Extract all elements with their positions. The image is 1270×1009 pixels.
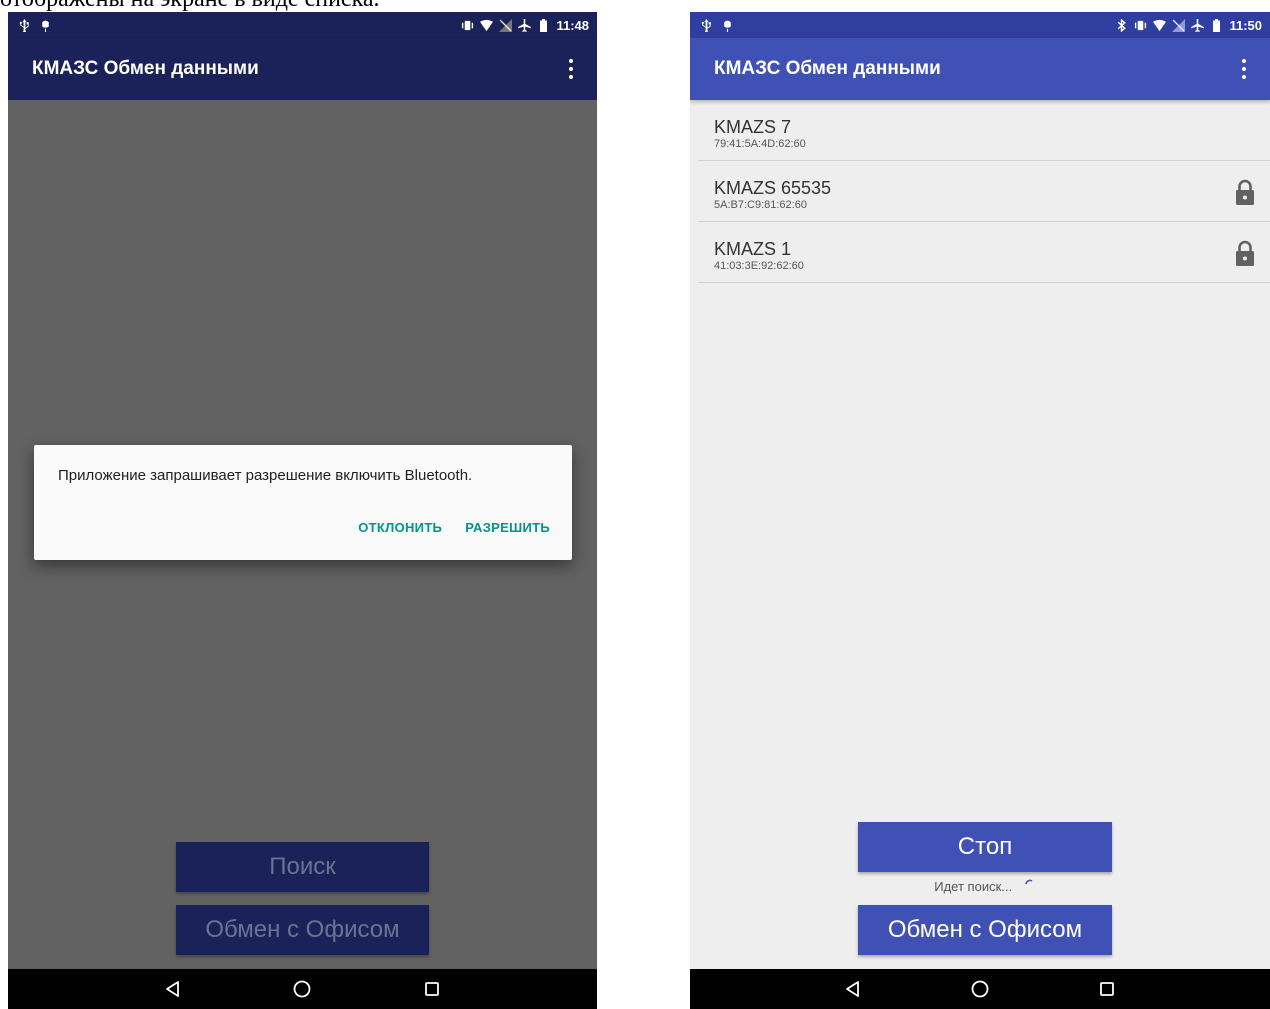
- exchange-office-button[interactable]: Обмен с Офисом: [176, 905, 429, 955]
- device-list-item[interactable]: KMAZS 7 79:41:5A:4D:62:60: [698, 100, 1270, 161]
- document-caption: отображены на экране в виде списка.: [0, 0, 600, 12]
- wifi-icon: [1153, 19, 1167, 31]
- recents-icon[interactable]: [420, 977, 444, 1001]
- airplane-icon: [1191, 18, 1205, 32]
- app-bar: КМАЗС Обмен данными: [8, 38, 597, 100]
- status-bar: 11:48: [8, 12, 597, 38]
- back-icon[interactable]: [161, 977, 185, 1001]
- phone-screen-permission-dialog: 11:48 КМАЗС Обмен данными Поиск Обмен с …: [8, 12, 597, 1009]
- stop-button[interactable]: Стоп: [858, 822, 1112, 872]
- allow-button[interactable]: РАЗРЕШИТЬ: [465, 520, 550, 535]
- recents-icon[interactable]: [1095, 977, 1119, 1001]
- airplane-icon: [518, 18, 532, 32]
- lock-icon: [1236, 240, 1254, 266]
- status-clock: 11:50: [1229, 17, 1262, 33]
- navigation-bar: [690, 969, 1270, 1009]
- app-title: КМАЗС Обмен данными: [32, 58, 259, 79]
- search-status-text: Идет поиск...: [934, 879, 1013, 894]
- vibrate-icon: [1135, 20, 1147, 30]
- android-debug-icon: [42, 20, 49, 32]
- more-options-icon[interactable]: [567, 59, 575, 79]
- status-clock: 11:48: [556, 17, 589, 33]
- usb-icon: [701, 18, 711, 32]
- back-icon[interactable]: [841, 977, 865, 1001]
- device-list: KMAZS 7 79:41:5A:4D:62:60 KMAZS 65535 5A…: [698, 100, 1270, 283]
- app-title: КМАЗС Обмен данными: [714, 58, 941, 79]
- bluetooth-icon: [1118, 18, 1127, 32]
- android-debug-icon: [724, 20, 731, 32]
- status-bar: 11:50: [690, 12, 1270, 38]
- dialog-message: Приложение запрашивает разрешение включи…: [58, 467, 473, 484]
- usb-icon: [19, 18, 29, 32]
- search-status: Идет поиск...: [858, 879, 1112, 894]
- phone-screen-device-list: 11:50 КМАЗС Обмен данными KMAZS 7 79:41:…: [690, 12, 1270, 1009]
- home-icon[interactable]: [290, 977, 314, 1001]
- device-name: KMAZS 7: [714, 117, 792, 137]
- app-bar: КМАЗС Обмен данными: [690, 38, 1270, 100]
- device-list-item[interactable]: KMAZS 65535 5A:B7:C9:81:62:60: [698, 161, 1270, 222]
- device-mac-address: 5A:B7:C9:81:62:60: [714, 199, 807, 211]
- device-mac-address: 79:41:5A:4D:62:60: [714, 138, 806, 150]
- no-signal-icon: [499, 18, 513, 32]
- deny-button[interactable]: ОТКЛОНИТЬ: [358, 520, 442, 535]
- more-options-icon[interactable]: [1240, 59, 1248, 79]
- bluetooth-permission-dialog: Приложение запрашивает разрешение включи…: [34, 445, 572, 560]
- vibrate-icon: [462, 20, 474, 30]
- device-mac-address: 41:03:3E:92:62:60: [714, 260, 804, 272]
- home-icon[interactable]: [968, 977, 992, 1001]
- spinner-icon: [1024, 879, 1033, 885]
- no-signal-icon: [1172, 18, 1186, 32]
- device-name: KMAZS 1: [714, 239, 792, 259]
- search-button[interactable]: Поиск: [176, 842, 429, 892]
- battery-icon: [1213, 18, 1221, 32]
- navigation-bar: [8, 969, 597, 1009]
- device-list-item[interactable]: KMAZS 1 41:03:3E:92:62:60: [698, 222, 1270, 283]
- device-name: KMAZS 65535: [714, 178, 832, 198]
- lock-icon: [1236, 179, 1254, 205]
- exchange-office-button[interactable]: Обмен с Офисом: [858, 905, 1112, 955]
- battery-icon: [540, 18, 548, 32]
- wifi-icon: [480, 19, 494, 31]
